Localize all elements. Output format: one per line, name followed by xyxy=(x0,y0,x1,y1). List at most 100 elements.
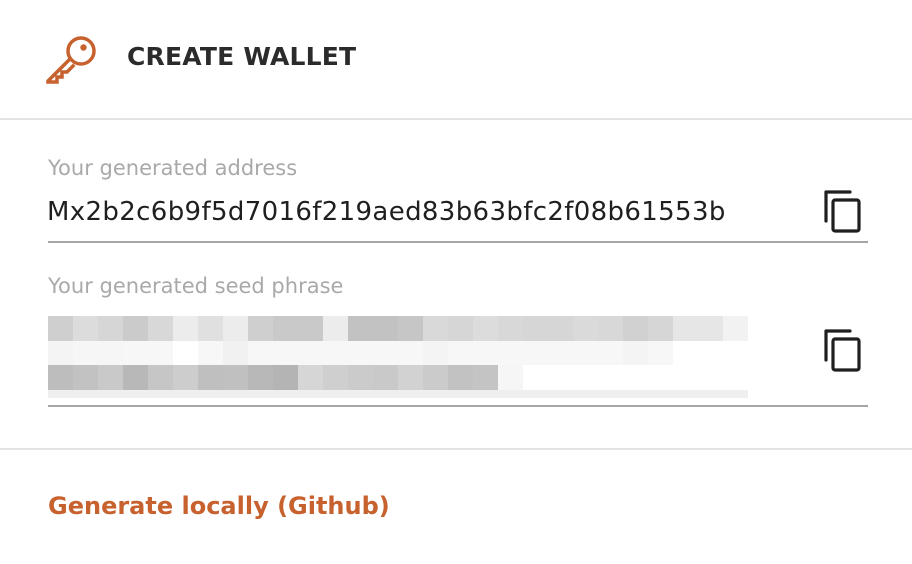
seed-blur-block xyxy=(48,365,73,390)
seed-blur-block xyxy=(523,365,548,390)
seed-blur-block xyxy=(498,365,523,390)
seed-blur-block xyxy=(73,341,98,366)
seed-blur-block xyxy=(523,390,548,398)
seed-blur-block xyxy=(498,316,523,341)
seed-blur-block xyxy=(648,390,673,398)
seed-blur-block xyxy=(248,365,273,390)
seed-blur-block xyxy=(548,316,573,341)
seed-blur-block xyxy=(223,365,248,390)
seed-blur-block xyxy=(623,316,648,341)
seed-blur-block xyxy=(623,341,648,366)
seed-blur-block xyxy=(273,390,298,398)
seed-blur-block xyxy=(323,316,348,341)
seed-blur-block xyxy=(523,316,548,341)
copy-seed-button[interactable] xyxy=(818,328,868,378)
seed-blur-block xyxy=(723,390,748,398)
seed-blur-block xyxy=(373,390,398,398)
seed-blur-block xyxy=(398,365,423,390)
seed-blur-block xyxy=(698,341,723,366)
seed-blur-block xyxy=(248,341,273,366)
seed-blur-block xyxy=(648,341,673,366)
seed-blur-block xyxy=(548,390,573,398)
seed-blur-block xyxy=(298,341,323,366)
seed-blur-block xyxy=(148,316,173,341)
seed-blur-block xyxy=(123,365,148,390)
seed-blur-block xyxy=(573,365,598,390)
seed-label: Your generated seed phrase xyxy=(48,274,344,298)
seed-blur-block xyxy=(48,316,73,341)
seed-blur-block xyxy=(73,390,98,398)
seed-blur-block xyxy=(198,365,223,390)
seed-blur-block xyxy=(498,390,523,398)
seed-blur-block xyxy=(298,390,323,398)
seed-blur-block xyxy=(398,341,423,366)
seed-blur-block xyxy=(598,390,623,398)
seed-blur-block xyxy=(673,316,698,341)
copy-address-button[interactable] xyxy=(818,189,868,239)
seed-blur-block xyxy=(673,365,698,390)
key-icon xyxy=(46,36,96,84)
seed-blur-block xyxy=(198,341,223,366)
copy-icon xyxy=(824,190,861,233)
seed-blur-block xyxy=(498,341,523,366)
seed-blur-block xyxy=(248,316,273,341)
seed-blur-block xyxy=(98,365,123,390)
seed-blur-block xyxy=(98,316,123,341)
seed-blur-block xyxy=(373,365,398,390)
seed-blur-block xyxy=(148,365,173,390)
seed-blur-block xyxy=(648,316,673,341)
seed-blur-block xyxy=(548,341,573,366)
seed-blur-block xyxy=(98,390,123,398)
address-label: Your generated address xyxy=(48,156,298,180)
seed-blur-block xyxy=(398,390,423,398)
seed-blur-block xyxy=(348,390,373,398)
seed-blur-block xyxy=(723,316,748,341)
seed-blur-block xyxy=(598,316,623,341)
seed-blur-block xyxy=(348,316,373,341)
address-value[interactable]: Mx2b2c6b9f5d7016f219aed83b63bfc2f08b6155… xyxy=(47,197,726,227)
seed-blur-block xyxy=(723,341,748,366)
seed-blur-block xyxy=(98,341,123,366)
seed-blur-block xyxy=(723,365,748,390)
seed-blur-block xyxy=(73,365,98,390)
seed-blur-block xyxy=(573,390,598,398)
seed-blur-block xyxy=(198,316,223,341)
copy-icon xyxy=(824,329,861,372)
seed-blur-block xyxy=(173,390,198,398)
seed-blur-block xyxy=(223,390,248,398)
seed-blur-block xyxy=(298,316,323,341)
seed-blur-block xyxy=(423,341,448,366)
seed-blur-block xyxy=(473,390,498,398)
seed-blur-block xyxy=(698,390,723,398)
seed-blur-block xyxy=(598,365,623,390)
seed-blur-block xyxy=(323,341,348,366)
seed-blur-block xyxy=(148,390,173,398)
seed-blur-block xyxy=(648,365,673,390)
seed-blur-block xyxy=(148,341,173,366)
generate-locally-link[interactable]: Generate locally (Github) xyxy=(48,492,390,520)
seed-blur-block xyxy=(448,365,473,390)
seed-blur-block xyxy=(448,341,473,366)
seed-blur-block xyxy=(123,341,148,366)
seed-blur-block xyxy=(698,316,723,341)
seed-blur-block xyxy=(573,316,598,341)
seed-blur-block xyxy=(48,341,73,366)
seed-blur-block xyxy=(123,316,148,341)
seed-blur-block xyxy=(348,365,373,390)
seed-blur-block xyxy=(273,365,298,390)
seed-blur-block xyxy=(448,390,473,398)
seed-blur-block xyxy=(448,316,473,341)
seed-blur-block xyxy=(298,365,323,390)
seed-blur-block xyxy=(223,316,248,341)
seed-underline xyxy=(48,405,868,407)
seed-blur-block xyxy=(173,316,198,341)
seed-blur-block xyxy=(223,341,248,366)
seed-blur-block xyxy=(373,341,398,366)
seed-blur-block xyxy=(623,390,648,398)
create-wallet-card: CREATE WALLET Your generated address Mx2… xyxy=(0,0,912,564)
seed-blur-block xyxy=(698,365,723,390)
seed-blur-block xyxy=(423,390,448,398)
seed-blur-block xyxy=(623,365,648,390)
seed-blur-block xyxy=(323,365,348,390)
seed-blur-block xyxy=(73,316,98,341)
